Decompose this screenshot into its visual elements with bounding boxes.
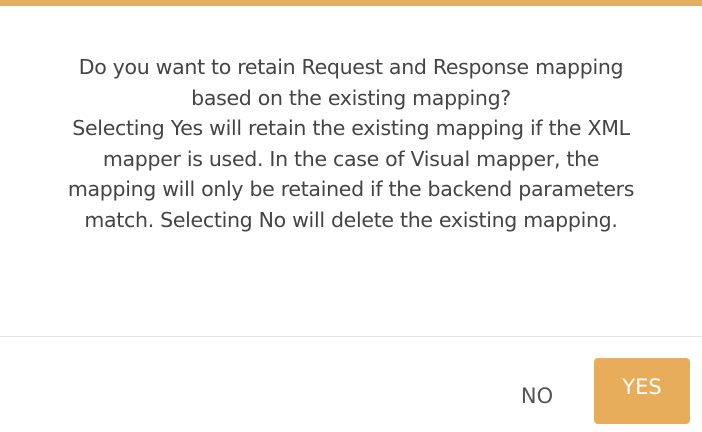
footer-divider (0, 336, 702, 337)
message-line: Selecting Yes will retain the existing m… (72, 116, 630, 141)
message-line: match. Selecting No will delete the exis… (84, 207, 618, 232)
message-line: based on the existing mapping? (191, 85, 511, 110)
yes-button[interactable]: YES (594, 358, 690, 424)
message-line: mapping will only be retained if the bac… (67, 177, 635, 202)
message-line: mapper is used. In the case of Visual ma… (102, 146, 600, 171)
message-line: Do you want to retain Request and Respon… (78, 55, 624, 79)
dialog-top-accent-bar (0, 0, 702, 6)
no-button[interactable]: NO (508, 378, 566, 414)
dialog-message: Do you want to retain Request and Respon… (0, 52, 702, 236)
